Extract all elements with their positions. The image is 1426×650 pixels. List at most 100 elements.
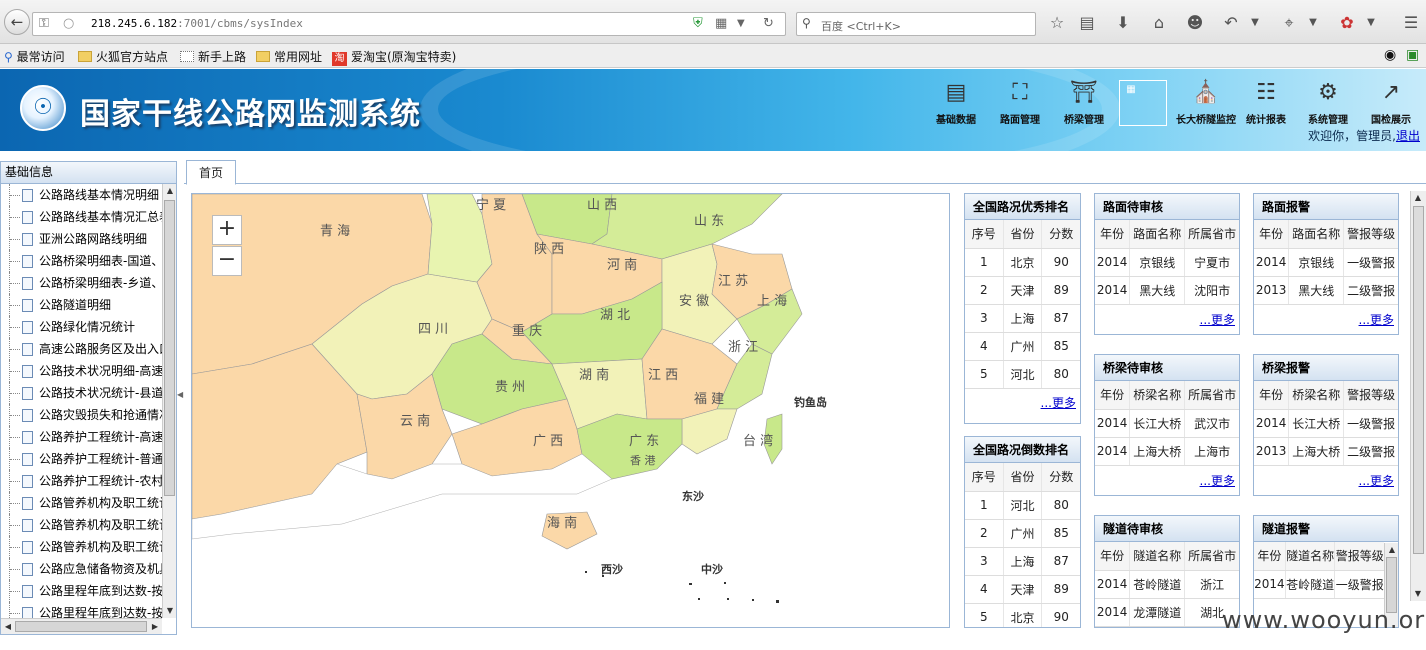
table-row[interactable]: 2014 京银线 一级警报 [1254,248,1398,277]
bookmark-getting-started[interactable]: 新手上路 [180,48,246,65]
reload-icon[interactable]: ↻ [763,16,774,31]
table-row[interactable]: 5 河北 80 [965,360,1080,389]
sidebar-item[interactable]: 公路路线基本情况明细 [1,184,162,206]
more-link[interactable]: ...更多 [1200,472,1235,489]
sidebar-item[interactable]: 公路绿化情况统计 [1,316,162,338]
table-row[interactable]: 4 天津 89 [965,575,1080,604]
star-icon[interactable]: ☆ [1046,13,1068,33]
table-row[interactable]: 2 天津 89 [965,276,1080,305]
sidebar-item[interactable]: 公路管养机构及职工统计 [1,536,162,558]
scroll-up-icon[interactable]: ▲ [163,184,177,198]
sidebar-vertical-scrollbar[interactable]: ▲ ▼ [162,184,176,618]
back-button[interactable]: ← [4,9,30,35]
crop-dropdown-icon[interactable]: ▼ [1302,13,1324,33]
zoom-out-button[interactable]: − [212,246,242,276]
dropdown-icon[interactable]: ▼ [737,18,745,29]
sidebar-item[interactable]: 公路里程年底到达数-按 [1,602,162,618]
reading-list-icon[interactable]: ▤ [1076,13,1098,33]
sidebar-item[interactable]: 公路桥梁明细表-乡道、 [1,272,162,294]
module-road-management[interactable]: ⛶ 路面管理 [989,79,1051,127]
sidebar-item[interactable]: 公路养护工程统计-普通 [1,448,162,470]
module-blank[interactable]: ▦ [1119,80,1167,126]
table-row[interactable]: 2014 长江大桥 武汉市 [1095,409,1239,438]
sidebar-item[interactable]: 公路隧道明细 [1,294,162,316]
module-statistics-report[interactable]: ☷ 统计报表 [1235,79,1297,127]
scroll-thumb[interactable] [1413,206,1424,554]
more-link[interactable]: ...更多 [1041,394,1076,411]
sidebar-item[interactable]: 公路管养机构及职工统计 [1,492,162,514]
table-row[interactable]: 2 广州 85 [965,519,1080,548]
scroll-thumb[interactable] [164,200,175,496]
scroll-thumb[interactable] [1386,557,1397,613]
tab-home[interactable]: 首页 [186,160,236,185]
content-vertical-scrollbar[interactable]: ▲ ▼ [1410,191,1426,601]
search-box[interactable]: ⚲ 百度 <Ctrl+K> [796,12,1036,36]
shield-icon[interactable]: ⛨ [693,16,703,31]
download-icon[interactable]: ⬇ [1112,13,1134,33]
sidebar-item[interactable]: 公路路线基本情况汇总表 [1,206,162,228]
bookmark-firefox-site[interactable]: 火狐官方站点 [78,48,168,65]
sidebar-item[interactable]: 公路应急储备物资及机具 [1,558,162,580]
table-row[interactable]: 3 上海 87 [965,304,1080,333]
table-row[interactable]: 2014 长江大桥 一级警报 [1254,409,1398,438]
sidebar-collapse-icon[interactable]: ◀ [177,390,183,404]
module-system-management[interactable]: ⚙ 系统管理 [1297,79,1359,127]
addon-icon-2[interactable]: ▣ [1406,47,1419,63]
more-link[interactable]: ...更多 [1200,311,1235,328]
bookmark-common-sites[interactable]: 常用网址 [256,48,322,65]
more-link[interactable]: ...更多 [1359,311,1394,328]
bookmark-aitaobao[interactable]: 淘爱淘宝(原淘宝特卖) [332,48,456,66]
table-row[interactable]: 2014 黑大线 沈阳市 [1095,276,1239,305]
zoom-in-button[interactable]: + [212,215,242,245]
sidebar-item[interactable]: 公路技术状况明细-高速 [1,360,162,382]
module-basic-data[interactable]: ▤ 基础数据 [925,79,987,127]
url-bar[interactable]: ⚿ ○ 218.245.6.182:7001/cbms/sysIndex ⛨ ▦… [32,12,786,36]
table-row[interactable]: 2014 苍岭隧道 浙江 [1095,570,1239,599]
more-link[interactable]: ...更多 [1359,472,1394,489]
extension-dropdown-icon[interactable]: ▼ [1360,13,1382,33]
scroll-left-icon[interactable]: ◀ [1,620,15,634]
module-tunnel-monitor[interactable]: ⛪ 长大桥隧监控 [1170,79,1242,127]
scroll-down-icon[interactable]: ▼ [1411,587,1425,601]
extension-icon[interactable]: ✿ [1336,13,1358,33]
scroll-right-icon[interactable]: ▶ [148,620,162,634]
undo-dropdown-icon[interactable]: ▼ [1244,13,1266,33]
scroll-down-icon[interactable]: ▼ [163,604,177,618]
addon-icon[interactable]: ◉ [1384,47,1396,63]
table-row[interactable]: 2014 京银线 宁夏市 [1095,248,1239,277]
module-bridge-management[interactable]: ⛩ 桥梁管理 [1053,79,1115,127]
table-row[interactable]: 2014 上海大桥 上海市 [1095,437,1239,466]
china-map[interactable]: + − 青 海 宁 夏 山 西 山 东 陕 西 河 南 江 苏 安 徽 上 海 … [191,193,950,628]
undo-icon[interactable]: ↶ [1220,13,1242,33]
table-row[interactable]: 2014 苍岭隧道 一级警报 [1254,570,1384,599]
smiley-icon[interactable]: ☻ [1184,13,1206,33]
table-row[interactable]: 4 广州 85 [965,332,1080,361]
table-row[interactable]: 2013 上海大桥 二级警报 [1254,437,1398,466]
scroll-thumb[interactable] [15,621,147,632]
sidebar-item[interactable]: 亚洲公路网路线明细 [1,228,162,250]
sidebar-item[interactable]: 公路养护工程统计-高速 [1,426,162,448]
qr-icon[interactable]: ▦ [715,16,727,31]
table-row[interactable]: 5 北京 90 [965,603,1080,627]
sidebar-item[interactable]: 公路里程年底到达数-按 [1,580,162,602]
sidebar-item[interactable]: 公路管养机构及职工统计 [1,514,162,536]
table-row[interactable]: 2014 龙潭隧道 湖北 [1095,598,1239,627]
home-icon[interactable]: ⌂ [1148,13,1170,33]
sidebar-item[interactable]: 公路技术状况统计-县道 [1,382,162,404]
bookmark-most-visited[interactable]: ⚲ 最常访问 [4,48,65,65]
table-row[interactable]: 2013 黑大线 二级警报 [1254,276,1398,305]
table-row[interactable]: 1 北京 90 [965,248,1080,277]
sidebar-horizontal-scrollbar[interactable]: ◀ ▶ [1,618,162,634]
sidebar-item[interactable]: 公路桥梁明细表-国道、 [1,250,162,272]
module-national-inspection[interactable]: ↗ 国检展示 [1360,79,1422,127]
scroll-up-icon[interactable]: ▲ [1385,543,1398,557]
crop-icon[interactable]: ⌖ [1278,13,1300,33]
table-row[interactable]: 3 上海 87 [965,547,1080,576]
sidebar-item[interactable]: 公路养护工程统计-农村 [1,470,162,492]
scroll-up-icon[interactable]: ▲ [1411,191,1425,205]
logout-link[interactable]: 退出 [1396,129,1420,143]
sidebar-item[interactable]: 高速公路服务区及出入口 [1,338,162,360]
sidebar-item[interactable]: 公路灾毁损失和抢通情况 [1,404,162,426]
table-row[interactable]: 1 河北 80 [965,491,1080,520]
menu-icon[interactable]: ☰ [1400,13,1422,33]
